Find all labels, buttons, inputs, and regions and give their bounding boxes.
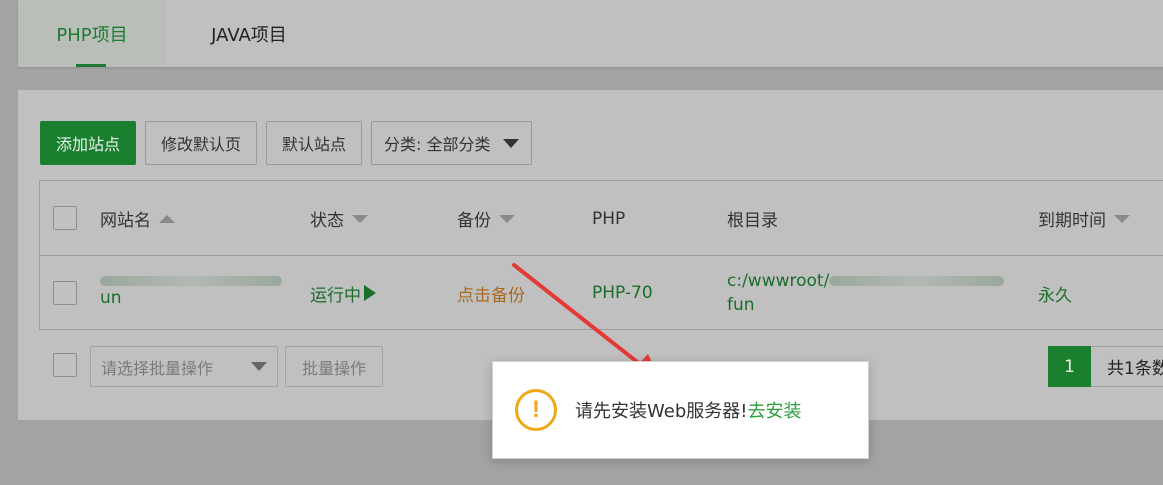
- sort-asc-icon: [159, 214, 175, 223]
- add-site-label: 添加站点: [56, 135, 121, 154]
- chevron-down-icon: [502, 138, 519, 148]
- header-root-dir-label: 根目录: [727, 211, 778, 231]
- toolbar: 添加站点 修改默认页 默认站点 分类: 全部分类: [40, 121, 532, 165]
- header-site-name[interactable]: 网站名: [100, 181, 175, 256]
- batch-select-all-checkbox[interactable]: [53, 353, 77, 377]
- header-root-dir: 根目录: [727, 181, 778, 256]
- status-cell[interactable]: 运行中: [310, 256, 376, 330]
- tab-php-projects[interactable]: PHP项目: [18, 0, 166, 67]
- expire-link[interactable]: 永久: [1038, 256, 1072, 330]
- header-site-name-label: 网站名: [100, 211, 151, 231]
- header-backup[interactable]: 备份: [457, 181, 515, 256]
- backup-label: 点击备份: [457, 285, 525, 306]
- root-dir-line1: c:/wwwroot/: [727, 269, 1005, 293]
- sort-desc-icon: [352, 214, 368, 223]
- root-dir-suffix: fun: [727, 295, 755, 315]
- sort-desc-icon: [1114, 214, 1130, 223]
- default-site-label: 默认站点: [282, 135, 347, 154]
- project-tab-bar: PHP项目 JAVA项目: [18, 0, 1163, 67]
- sort-desc-icon: [499, 214, 515, 223]
- site-table: 网站名 状态 备份 PHP 根目录 到期时间 un 运行中 点击备份 PHP-7…: [39, 180, 1163, 330]
- tab-php-label: PHP项目: [56, 24, 128, 46]
- add-site-button[interactable]: 添加站点: [40, 121, 137, 165]
- warning-icon: !: [515, 389, 557, 431]
- pagination-total: 共1条数据: [1091, 346, 1163, 387]
- header-status[interactable]: 状态: [310, 181, 368, 256]
- root-dir-prefix: c:/wwwroot/: [727, 271, 830, 291]
- chevron-down-icon: [251, 362, 267, 371]
- default-site-button[interactable]: 默认站点: [266, 121, 363, 165]
- backup-link[interactable]: 点击备份: [457, 256, 525, 330]
- root-dir-link[interactable]: c:/wwwroot/ fun: [727, 256, 1005, 330]
- tab-java-projects[interactable]: JAVA项目: [184, 0, 314, 67]
- row-checkbox[interactable]: [53, 281, 77, 305]
- header-php-label: PHP: [592, 208, 626, 229]
- warning-toast: ! 请先安装Web服务器! 去安装: [492, 361, 869, 459]
- redacted-site-name: [100, 276, 282, 286]
- site-name-suffix: un: [100, 288, 122, 308]
- category-select[interactable]: 分类: 全部分类: [371, 121, 532, 165]
- table-row: un 运行中 点击备份 PHP-70 c:/wwwroot/ fun 永久: [40, 256, 1163, 330]
- select-all-checkbox[interactable]: [53, 206, 77, 230]
- header-expire-label: 到期时间: [1038, 211, 1106, 231]
- batch-operation-placeholder: 请选择批量操作: [101, 358, 214, 378]
- php-version-label: PHP-70: [592, 283, 653, 303]
- status-label: 运行中: [310, 285, 361, 306]
- header-expire[interactable]: 到期时间: [1038, 181, 1130, 256]
- header-backup-label: 备份: [457, 211, 491, 231]
- php-version-link[interactable]: PHP-70: [592, 256, 653, 330]
- current-page-label: 1: [1064, 356, 1075, 377]
- play-icon: [364, 285, 376, 301]
- edit-default-page-label: 修改默认页: [161, 135, 242, 154]
- site-name-cell[interactable]: un: [100, 256, 282, 330]
- batch-operation-label: 批量操作: [302, 358, 367, 378]
- table-header: 网站名 状态 备份 PHP 根目录 到期时间: [40, 181, 1163, 256]
- redacted-root-dir: [829, 276, 1005, 286]
- batch-operation-button[interactable]: 批量操作: [285, 346, 384, 387]
- batch-operation-select[interactable]: 请选择批量操作: [90, 346, 278, 387]
- header-status-label: 状态: [310, 211, 344, 231]
- toast-message: 请先安装Web服务器!: [575, 401, 748, 422]
- tab-java-label: JAVA项目: [211, 24, 287, 46]
- expire-label: 永久: [1038, 285, 1072, 306]
- total-label: 共1条数据: [1107, 359, 1163, 379]
- install-link[interactable]: 去安装: [747, 397, 801, 423]
- header-php: PHP: [592, 181, 625, 256]
- pagination-current-page[interactable]: 1: [1048, 346, 1091, 387]
- edit-default-page-button[interactable]: 修改默认页: [145, 121, 258, 165]
- category-select-label: 分类: 全部分类: [384, 135, 491, 154]
